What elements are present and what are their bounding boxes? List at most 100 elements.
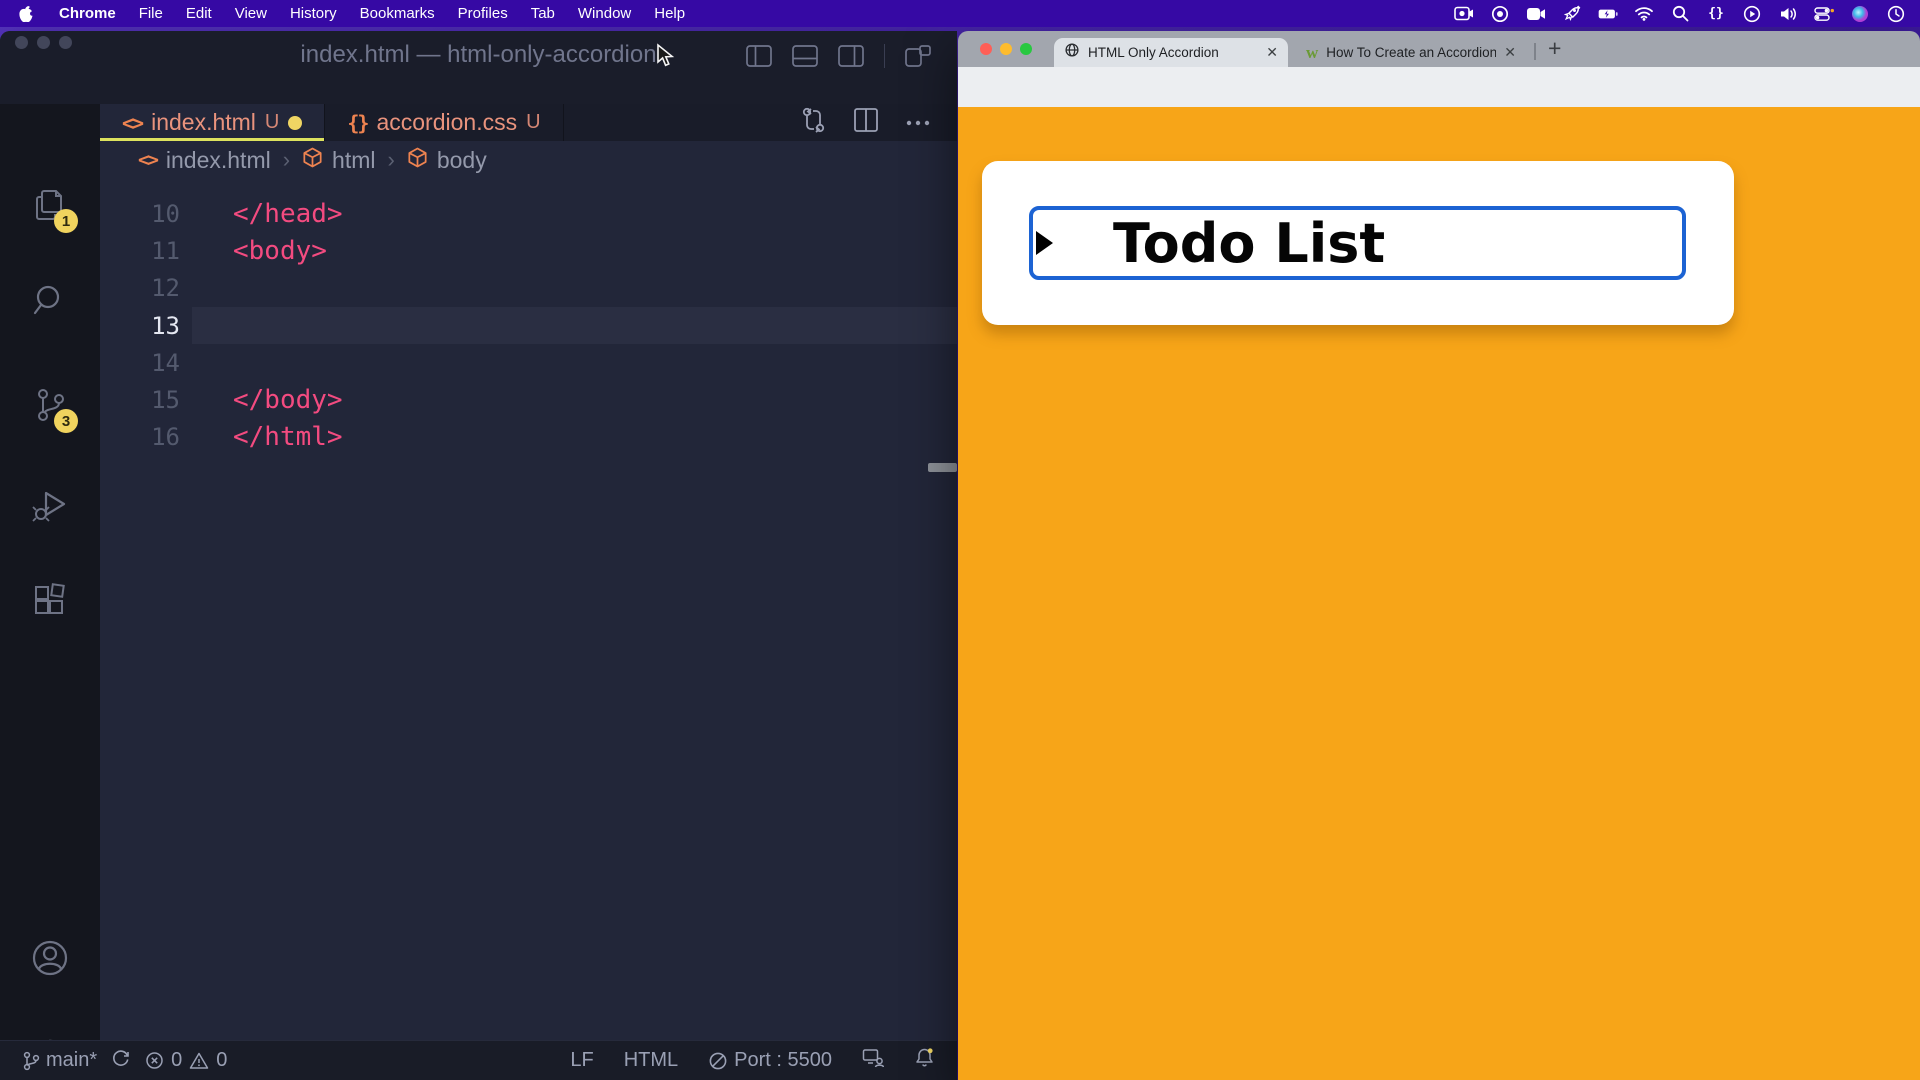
- menubar-item-chrome[interactable]: Chrome: [59, 5, 116, 22]
- chrome-close-button[interactable]: [980, 43, 992, 55]
- sidebar-item-run-debug[interactable]: [0, 470, 100, 542]
- code-line: 16 </html>: [100, 419, 957, 456]
- close-tab-icon[interactable]: ✕: [1504, 44, 1516, 61]
- breadcrumb-item-body[interactable]: body: [437, 147, 487, 174]
- menubar-item-tab[interactable]: Tab: [531, 5, 555, 22]
- play-circle-icon[interactable]: [1742, 4, 1762, 24]
- chrome-minimize-button[interactable]: [1000, 43, 1012, 55]
- record-icon[interactable]: [1490, 4, 1510, 24]
- siri-icon[interactable]: [1850, 4, 1870, 24]
- vscode-activity-bar: 1 3 1: [0, 104, 100, 1040]
- customize-layout-icon[interactable]: [905, 45, 931, 67]
- breadcrumb: <> index.html › html › body: [100, 141, 957, 179]
- menubar-item-profiles[interactable]: Profiles: [458, 5, 508, 22]
- vscode-window: index.html — html-only-accordion 1 3: [0, 31, 957, 1080]
- sidebar-item-source-control[interactable]: 3: [0, 369, 100, 441]
- menubar-item-view[interactable]: View: [235, 5, 267, 22]
- code-line: 14: [100, 344, 957, 381]
- page-content: Todo List: [958, 107, 1920, 1080]
- branch-indicator[interactable]: main*: [22, 1049, 97, 1072]
- menubar-item-help[interactable]: Help: [654, 5, 685, 22]
- accordion-card: Todo List: [982, 161, 1734, 325]
- clock-icon[interactable]: [1886, 4, 1906, 24]
- line-number: 15: [100, 386, 180, 414]
- symbol-cube-icon: [302, 147, 323, 174]
- menubar-item-file[interactable]: File: [139, 5, 163, 22]
- port-label: Port : 5500: [734, 1049, 832, 1072]
- browser-tab-active[interactable]: HTML Only Accordion ✕: [1054, 38, 1288, 67]
- spotlight-search-icon[interactable]: [1670, 4, 1690, 24]
- chevron-right-icon: ›: [388, 147, 395, 173]
- eol-indicator[interactable]: LF: [570, 1049, 593, 1072]
- tab-accordion-css[interactable]: {} accordion.css U: [325, 104, 563, 141]
- open-changes-icon[interactable]: [799, 106, 827, 139]
- line-number: 14: [100, 349, 180, 377]
- macos-menubar: Chrome File Edit View History Bookmarks …: [0, 0, 1920, 27]
- rocket-icon[interactable]: [1562, 4, 1582, 24]
- menubar-item-bookmarks[interactable]: Bookmarks: [360, 5, 435, 22]
- disclosure-triangle-icon[interactable]: [1036, 231, 1053, 255]
- braces-status-icon[interactable]: {}: [1706, 4, 1726, 24]
- toggle-primary-sidebar-icon[interactable]: [746, 45, 772, 67]
- apple-menu-icon[interactable]: [16, 4, 36, 24]
- css-file-icon: {}: [347, 111, 367, 135]
- sidebar-item-extensions[interactable]: [0, 565, 100, 637]
- chrome-zoom-button[interactable]: [1020, 43, 1032, 55]
- accordion-summary[interactable]: Todo List: [1029, 206, 1686, 280]
- close-tab-icon[interactable]: ✕: [1266, 44, 1278, 61]
- html-file-icon: <>: [138, 149, 157, 171]
- remote-explorer-icon[interactable]: [862, 1048, 884, 1074]
- volume-icon[interactable]: [1778, 4, 1798, 24]
- toggle-secondary-sidebar-icon[interactable]: [838, 45, 864, 67]
- code-line: 12: [100, 270, 957, 307]
- menubar-item-history[interactable]: History: [290, 5, 337, 22]
- vscode-tab-bar: <> index.html U {} accordion.css U: [100, 104, 957, 141]
- tab-index-html[interactable]: <> index.html U: [100, 104, 325, 141]
- tab-label: index.html: [151, 109, 256, 136]
- menubar-status-icons: {}: [1454, 4, 1920, 24]
- error-count: 0: [171, 1049, 182, 1072]
- code-line: 10 </head>: [100, 195, 957, 232]
- live-server-port[interactable]: Port : 5500: [708, 1049, 832, 1072]
- menubar-menus: Chrome File Edit View History Bookmarks …: [16, 4, 685, 24]
- vscode-status-bar: main* 0 0 LF HTML Port : 5500: [0, 1040, 957, 1080]
- menubar-item-window[interactable]: Window: [578, 5, 631, 22]
- sidebar-item-account[interactable]: [0, 922, 100, 994]
- mouse-cursor: [655, 43, 677, 69]
- new-tab-button[interactable]: +: [1548, 35, 1561, 62]
- more-actions-icon[interactable]: [905, 114, 931, 132]
- menubar-item-edit[interactable]: Edit: [186, 5, 212, 22]
- language-indicator[interactable]: HTML: [624, 1049, 678, 1072]
- vscode-layout-controls: [746, 44, 932, 68]
- control-center-icon[interactable]: [1814, 4, 1834, 24]
- sidebar-item-explorer[interactable]: 1: [0, 169, 100, 241]
- problems-indicator[interactable]: 0 0: [145, 1049, 227, 1072]
- tab-title: HTML Only Accordion: [1088, 45, 1219, 60]
- browser-tab-inactive[interactable]: w How To Create an Accordion ✕: [1296, 38, 1526, 67]
- code-editor[interactable]: 10 </head> 11 <body> 12 13 14 15: [100, 179, 957, 1040]
- code-text: </html>: [180, 422, 343, 452]
- globe-favicon-icon: [1064, 42, 1080, 63]
- wikihow-favicon-icon: w: [1306, 45, 1318, 61]
- tab-separator: [1534, 43, 1536, 60]
- editor-actions: [799, 104, 957, 141]
- unsaved-dot-icon[interactable]: [288, 116, 302, 130]
- code-line: 11 <body>: [100, 232, 957, 269]
- sync-icon[interactable]: [111, 1048, 131, 1074]
- sidebar-item-search[interactable]: [0, 264, 100, 336]
- symbol-cube-icon: [407, 147, 428, 174]
- wifi-icon[interactable]: [1634, 4, 1654, 24]
- breadcrumb-item-file[interactable]: index.html: [166, 147, 271, 174]
- warning-count: 0: [216, 1049, 227, 1072]
- toggle-panel-icon[interactable]: [792, 45, 818, 67]
- vscode-titlebar: index.html — html-only-accordion: [0, 31, 957, 104]
- breadcrumb-item-html[interactable]: html: [332, 147, 375, 174]
- screen-record-icon[interactable]: [1454, 4, 1474, 24]
- code-text: </body>: [180, 385, 343, 415]
- scrollbar-handle[interactable]: [928, 463, 957, 472]
- split-editor-icon[interactable]: [853, 107, 879, 138]
- battery-icon[interactable]: [1598, 4, 1618, 24]
- explorer-badge: 1: [54, 209, 78, 233]
- notifications-bell-icon[interactable]: [914, 1047, 935, 1074]
- video-camera-icon[interactable]: [1526, 4, 1546, 24]
